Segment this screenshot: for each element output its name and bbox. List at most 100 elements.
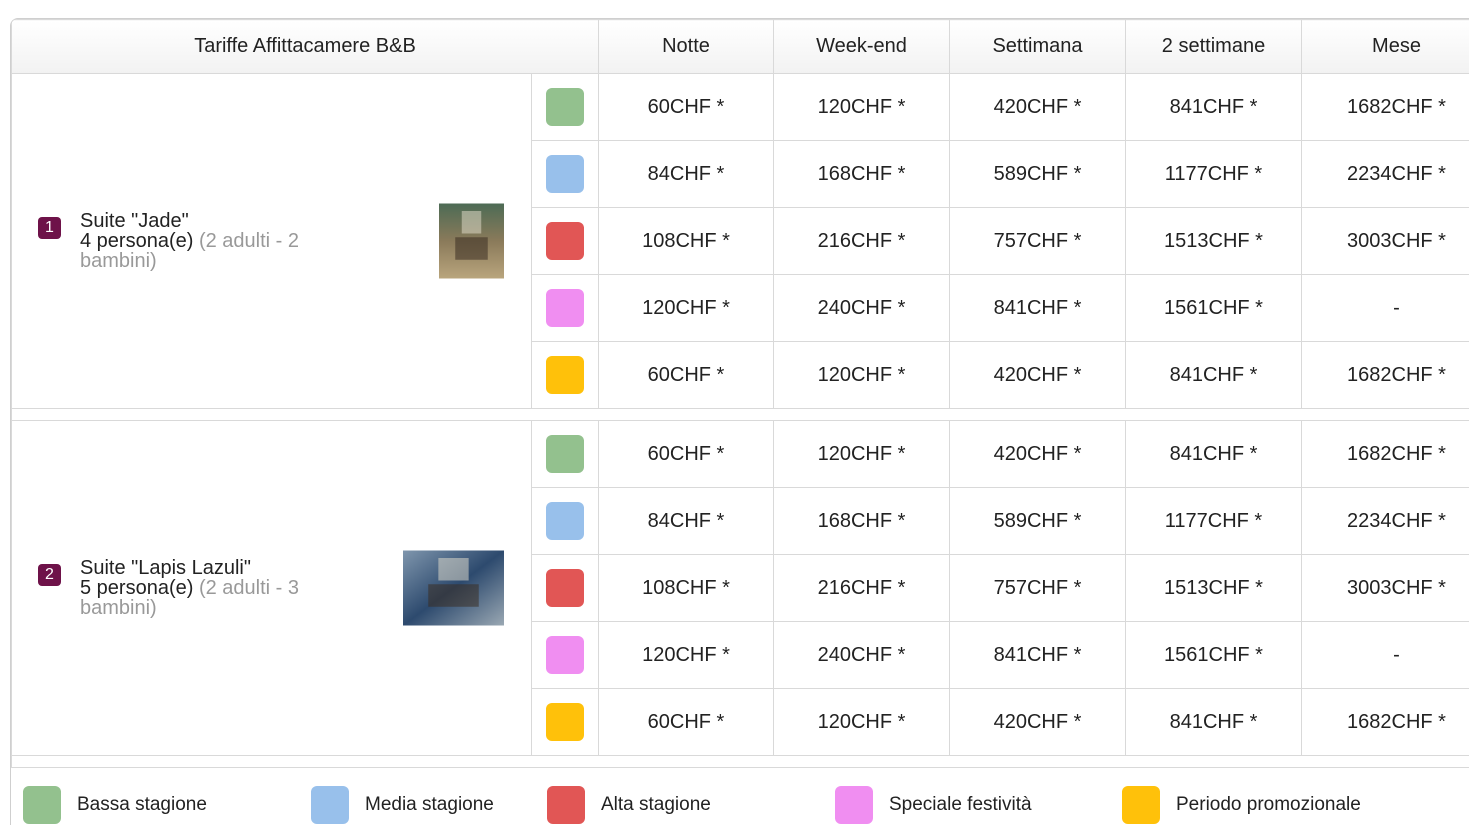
- rate-cell: 1682CHF *: [1301, 688, 1469, 756]
- legend-swatch: [835, 786, 873, 824]
- legend-swatch: [547, 786, 585, 824]
- legend-label: Bassa stagione: [77, 794, 207, 815]
- season-swatch-cell: [531, 140, 599, 208]
- room-capacity: 4 persona(e): [80, 230, 194, 252]
- season-swatch-cell: [531, 487, 599, 555]
- rate-cell: 841CHF *: [1125, 420, 1302, 488]
- rate-cell: 120CHF *: [598, 621, 774, 689]
- rate-cell: 841CHF *: [1125, 688, 1302, 756]
- table-title: Tariffe Affittacamere B&B: [11, 19, 599, 74]
- rate-cell: 60CHF *: [598, 688, 774, 756]
- rate-cell: 168CHF *: [773, 487, 950, 555]
- rate-cell: 120CHF *: [773, 341, 950, 409]
- rate-cell: 108CHF *: [598, 554, 774, 622]
- season-swatch-cell: [531, 688, 599, 756]
- rate-cell: 589CHF *: [949, 487, 1126, 555]
- season-swatch-cell: [531, 274, 599, 342]
- legend-label: Speciale festività: [889, 794, 1032, 815]
- col-header-mese: Mese: [1301, 19, 1469, 74]
- room-text: Suite "Lapis Lazuli" 5 persona(e) (2 adul…: [80, 558, 380, 618]
- season-color-swatch: [546, 435, 584, 473]
- rate-cell: 1682CHF *: [1301, 420, 1469, 488]
- header-row: Tariffe Affittacamere B&B Notte Week-end…: [11, 19, 1469, 74]
- legend-label: Periodo promozionale: [1176, 794, 1361, 815]
- rate-cell: 1513CHF *: [1125, 554, 1302, 622]
- rate-cell: 84CHF *: [598, 487, 774, 555]
- rate-cell: 420CHF *: [949, 688, 1126, 756]
- legend-swatch: [311, 786, 349, 824]
- legend-item: Periodo promozionale: [1122, 786, 1402, 824]
- rate-cell: 1561CHF *: [1125, 274, 1302, 342]
- season-legend: Bassa stagione Media stagione Alta stagion…: [11, 768, 1469, 825]
- room-capacity: 5 persona(e): [80, 577, 194, 599]
- room-separator: [11, 755, 1469, 768]
- rate-cell: 1682CHF *: [1301, 73, 1469, 141]
- legend-label: Media stagione: [365, 794, 494, 815]
- season-color-swatch: [546, 569, 584, 607]
- rate-cell: 84CHF *: [598, 140, 774, 208]
- table-row: 2 Suite "Lapis Lazuli" 5 persona(e) (2 adu…: [11, 420, 1469, 756]
- rate-cell: 757CHF *: [949, 554, 1126, 622]
- season-swatch-cell: [531, 420, 599, 488]
- rate-cell: 1561CHF *: [1125, 621, 1302, 689]
- rate-cell: 3003CHF *: [1301, 207, 1469, 275]
- rate-cell: 120CHF *: [773, 73, 950, 141]
- rate-cell: 216CHF *: [773, 207, 950, 275]
- season-color-swatch: [546, 222, 584, 260]
- room-name[interactable]: Suite "Lapis Lazuli": [80, 558, 380, 578]
- season-color-swatch: [546, 703, 584, 741]
- legend-item: Bassa stagione: [23, 786, 311, 824]
- season-color-swatch: [546, 88, 584, 126]
- rate-cell: 240CHF *: [773, 274, 950, 342]
- rate-cell: 2234CHF *: [1301, 487, 1469, 555]
- rate-cell: 120CHF *: [598, 274, 774, 342]
- season-color-swatch: [546, 155, 584, 193]
- legend-label: Alta stagione: [601, 794, 711, 815]
- rate-cell: 120CHF *: [773, 420, 950, 488]
- rate-cell: 240CHF *: [773, 621, 950, 689]
- rate-cell: 1177CHF *: [1125, 140, 1302, 208]
- rates-table-container: Tariffe Affittacamere B&B Notte Week-end…: [10, 18, 1469, 825]
- rate-cell: 60CHF *: [598, 420, 774, 488]
- rate-cell: 3003CHF *: [1301, 554, 1469, 622]
- rate-cell: 60CHF *: [598, 73, 774, 141]
- rate-cell: 60CHF *: [598, 341, 774, 409]
- season-color-swatch: [546, 356, 584, 394]
- rate-cell: 589CHF *: [949, 140, 1126, 208]
- season-color-swatch: [546, 636, 584, 674]
- room-photo[interactable]: [403, 550, 504, 626]
- rate-cell: 420CHF *: [949, 73, 1126, 141]
- rate-cell: 168CHF *: [773, 140, 950, 208]
- season-color-swatch: [546, 289, 584, 327]
- rate-cell: -: [1301, 621, 1469, 689]
- col-header-notte: Notte: [598, 19, 774, 74]
- season-swatch-cell: [531, 341, 599, 409]
- col-header-2-settimane: 2 settimane: [1125, 19, 1302, 74]
- legend-swatch: [1122, 786, 1160, 824]
- season-swatch-cell: [531, 207, 599, 275]
- col-header-settimana: Settimana: [949, 19, 1126, 74]
- season-swatch-cell: [531, 621, 599, 689]
- rate-cell: 2234CHF *: [1301, 140, 1469, 208]
- room-number-badge: 2: [38, 564, 61, 586]
- legend-item: Media stagione: [311, 786, 547, 824]
- col-header-week-end: Week-end: [773, 19, 950, 74]
- rates-page: Tariffe Affittacamere B&B Notte Week-end…: [0, 0, 1469, 825]
- rate-cell: 841CHF *: [949, 274, 1126, 342]
- room-number-badge: 1: [38, 217, 61, 239]
- room-separator: [11, 408, 1469, 421]
- rate-cell: 1682CHF *: [1301, 341, 1469, 409]
- room-name[interactable]: Suite "Jade": [80, 211, 380, 231]
- rate-cell: 420CHF *: [949, 420, 1126, 488]
- rate-cell: 108CHF *: [598, 207, 774, 275]
- table-row: 1 Suite "Jade" 4 persona(e) (2 adulti - 2 …: [11, 73, 1469, 409]
- room-text: Suite "Jade" 4 persona(e) (2 adulti - 2 b…: [80, 211, 380, 271]
- season-swatch-cell: [531, 73, 599, 141]
- rate-cell: 841CHF *: [1125, 341, 1302, 409]
- rate-cell: 420CHF *: [949, 341, 1126, 409]
- rate-cell: 120CHF *: [773, 688, 950, 756]
- rate-cell: 1177CHF *: [1125, 487, 1302, 555]
- legend-item: Speciale festività: [835, 786, 1122, 824]
- legend-item: Alta stagione: [547, 786, 835, 824]
- room-photo[interactable]: [439, 203, 504, 279]
